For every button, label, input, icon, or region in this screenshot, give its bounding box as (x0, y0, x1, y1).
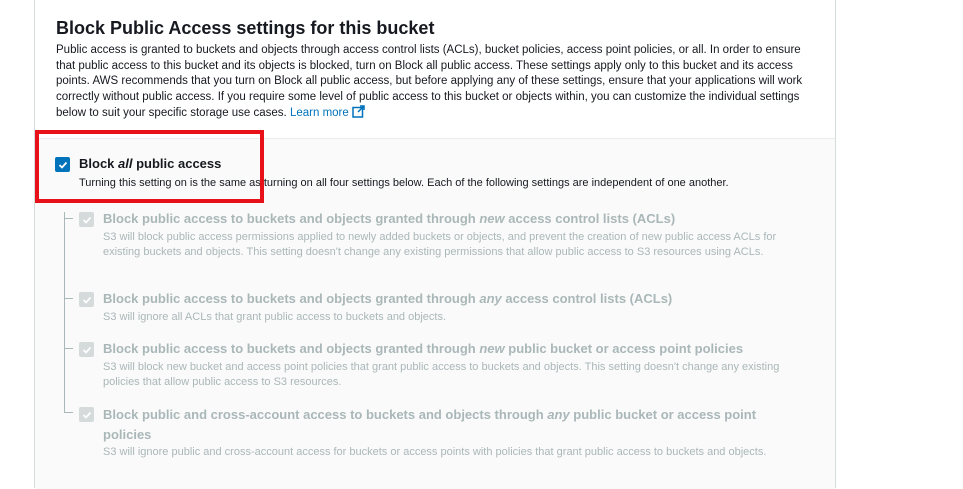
setting-new-policies-label: Block public access to buckets and objec… (103, 341, 744, 356)
block-all-checkbox[interactable] (55, 157, 70, 172)
tree-branch (64, 298, 73, 299)
checkmark-icon (82, 216, 91, 224)
section-title: Block Public Access settings for this bu… (56, 18, 435, 38)
setting-any-acls-label: Block public access to buckets and objec… (103, 291, 673, 306)
block-all-description: Turning this setting on is the same as t… (79, 177, 729, 189)
setting-any-policies-label: Block public and cross-account access to… (103, 407, 757, 442)
checkmark-icon (82, 346, 91, 354)
section-description: Public access is granted to buckets and … (56, 43, 816, 124)
setting-any-acls-checkbox[interactable] (79, 292, 94, 307)
section-description-text: Public access is granted to buckets and … (56, 44, 803, 120)
setting-any-policies-description: S3 will ignore public and cross-account … (103, 446, 767, 458)
setting-new-policies-description: S3 will block new bucket and access poin… (103, 361, 780, 389)
checkmark-icon (82, 411, 91, 419)
learn-more-label: Learn more (289, 107, 349, 120)
tree-branch (64, 348, 73, 349)
checkmark-icon (82, 296, 91, 304)
panel-header: Block Public Access settings for this bu… (35, 0, 835, 139)
setting-any-policies-checkbox[interactable] (79, 407, 94, 422)
setting-new-acls-checkbox[interactable] (79, 212, 94, 227)
tree-branch (64, 412, 73, 413)
external-link-icon (352, 105, 365, 124)
setting-any-acls-description: S3 will ignore all ACLs that grant publi… (103, 311, 447, 323)
block-all-label: Block all public access (79, 156, 222, 171)
checkmark-icon (58, 161, 67, 169)
tree-connector-line (64, 212, 65, 412)
tree-branch (64, 218, 73, 219)
setting-new-acls-description: S3 will block public access permissions … (103, 231, 777, 259)
setting-new-policies-checkbox[interactable] (79, 342, 94, 357)
setting-new-acls-label: Block public access to buckets and objec… (103, 211, 676, 226)
learn-more-link[interactable]: Learn more (289, 105, 365, 120)
